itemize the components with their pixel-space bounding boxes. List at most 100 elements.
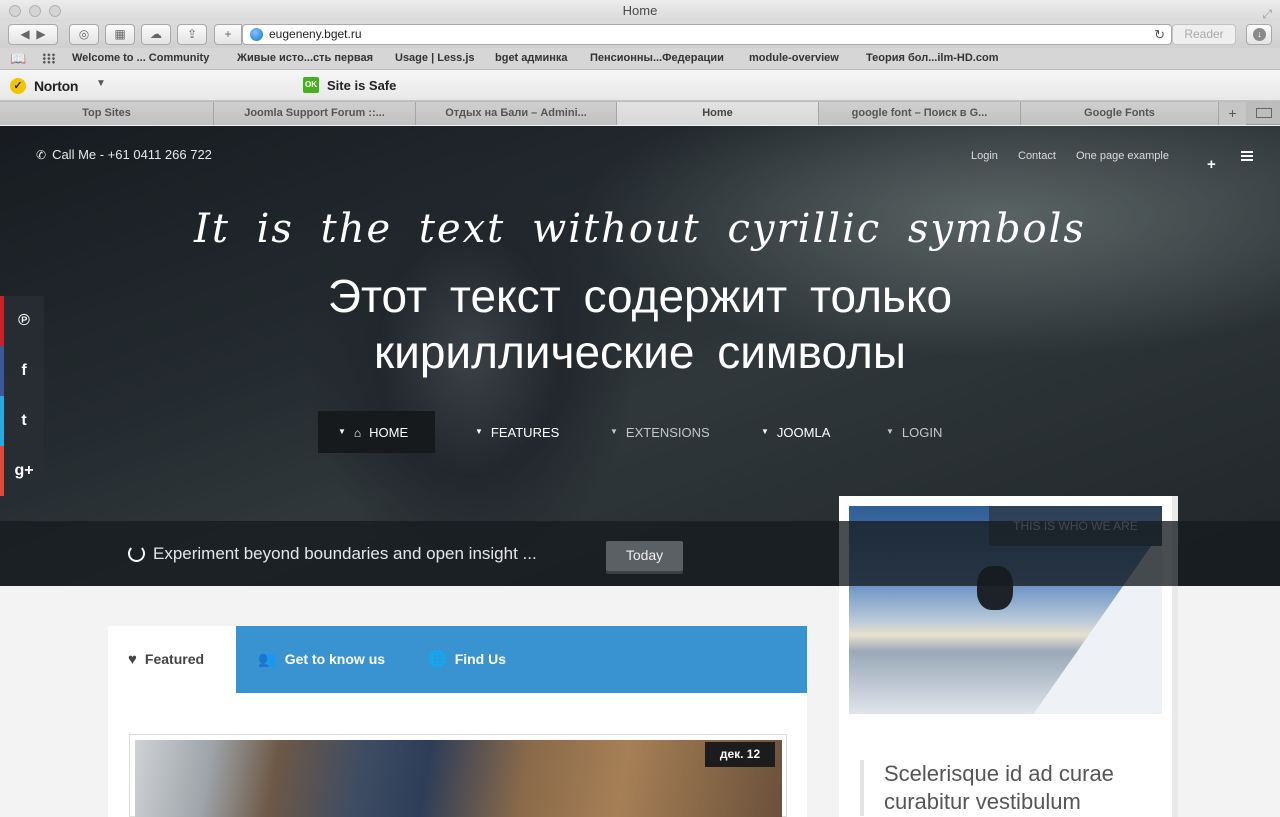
tab-find-us[interactable]: 🌐 Find Us xyxy=(428,626,506,693)
history-button[interactable]: ◎ xyxy=(69,24,99,45)
call-me[interactable]: ✆ Call Me - +61 0411 266 722 xyxy=(36,147,212,162)
site-safe-badge: OK xyxy=(303,77,319,93)
social-share-bar: ℗ f t g+ xyxy=(0,296,44,496)
article-image[interactable] xyxy=(135,740,782,817)
cloud-icon: ☁ xyxy=(150,27,162,41)
tab-label: Get to know us xyxy=(284,651,386,667)
close-window-button[interactable] xyxy=(9,5,21,17)
heart-icon: ♥ xyxy=(128,651,137,668)
chevron-down-icon[interactable]: ▼ xyxy=(96,78,106,89)
tab-google-fonts[interactable]: Google Fonts xyxy=(1020,102,1218,125)
bookmarks-bar: 📖 Welcome to ... Community Живые исто...… xyxy=(0,48,1280,70)
caret-down-icon: ▼ xyxy=(761,427,769,436)
date-badge: дек. 12 xyxy=(705,742,775,767)
google-plus-icon: g+ xyxy=(14,462,34,479)
hero-title: Этот текст содержит только кириллические… xyxy=(327,270,953,378)
nav-item-features[interactable]: ▼ FEATURES xyxy=(475,411,559,453)
nav-item-extensions[interactable]: ▼ EXTENSIONS xyxy=(610,411,710,453)
tab-google-search[interactable]: google font – Поиск в G... xyxy=(818,102,1020,125)
nav-item-joomla[interactable]: ▼ JOOMLA xyxy=(761,411,830,453)
window-titlebar: Home ⤢ xyxy=(0,0,1280,22)
tab-bali[interactable]: Отдых на Бали – Admini... xyxy=(415,102,616,125)
tab-home[interactable]: Home xyxy=(616,102,818,125)
hero-script-heading: It is the text without cyrillic symbols xyxy=(194,206,1086,252)
facebook-button[interactable]: f xyxy=(0,346,44,396)
top-sites-icon: ▦ xyxy=(114,27,126,41)
top-sites-button[interactable]: ▦ xyxy=(105,24,135,45)
tab-get-to-know-us[interactable]: 👥 Get to know us xyxy=(258,626,385,693)
top-sites-grid-icon[interactable] xyxy=(42,53,56,64)
plus-icon[interactable]: + xyxy=(1207,156,1216,173)
nav-item-home[interactable]: ▼ ⌂ HOME xyxy=(318,411,435,453)
side-quote: Scelerisque id ad curae curabitur vestib… xyxy=(860,760,1140,816)
nav-item-label: FEATURES xyxy=(490,425,560,440)
contact-link[interactable]: Contact xyxy=(1018,150,1056,162)
reader-button[interactable]: Reader xyxy=(1172,24,1236,45)
reading-list-icon[interactable]: 📖 xyxy=(10,51,26,67)
one-page-example-link[interactable]: One page example xyxy=(1076,150,1169,162)
users-icon: 👥 xyxy=(258,651,277,668)
window-title: Home xyxy=(622,3,658,18)
browser-tabs: Top Sites Joomla Support Forum ::... Отд… xyxy=(0,101,1280,125)
back-icon[interactable]: ◀ xyxy=(20,27,29,41)
caret-down-icon: ▼ xyxy=(338,427,346,436)
home-icon: ⌂ xyxy=(353,426,362,440)
forward-icon[interactable]: ▶ xyxy=(36,27,45,41)
globe-icon: 🌐 xyxy=(428,651,447,668)
caret-down-icon: ▼ xyxy=(886,427,894,436)
call-me-text: Call Me - +61 0411 266 722 xyxy=(52,147,212,162)
today-button[interactable]: Today xyxy=(606,541,683,571)
history-icon: ◎ xyxy=(78,27,90,41)
norton-check-icon: ✓ xyxy=(10,78,26,94)
tab-joomla-forum[interactable]: Joomla Support Forum ::... xyxy=(213,102,415,125)
bookmark-item[interactable]: Welcome to ... Community xyxy=(72,52,209,64)
twitter-icon: t xyxy=(21,412,27,429)
caret-down-icon: ▼ xyxy=(610,427,618,436)
hamburger-menu-icon[interactable] xyxy=(1241,151,1253,161)
add-bookmark-button[interactable]: + xyxy=(214,24,242,45)
plus-icon: + xyxy=(224,27,232,41)
norton-toolbar: ✓ Norton ▼ OK Site is Safe xyxy=(0,70,1280,101)
pinterest-icon: ℗ xyxy=(18,312,30,329)
minimize-window-button[interactable] xyxy=(29,5,41,17)
tab-label: Featured xyxy=(144,651,205,667)
address-bar[interactable]: eugeneny.bget.ru ↻ xyxy=(242,24,1172,45)
bookmark-item[interactable]: Живые исто...сть первая xyxy=(237,52,373,64)
download-icon: ↓ xyxy=(1253,28,1266,41)
site-safe-status[interactable]: Site is Safe xyxy=(327,78,396,93)
norton-logo[interactable]: Norton xyxy=(34,78,78,94)
nav-item-label: LOGIN xyxy=(901,425,943,440)
back-forward-buttons[interactable]: ◀ ▶ xyxy=(8,24,58,45)
twitter-button[interactable]: t xyxy=(0,396,44,446)
pinterest-button[interactable]: ℗ xyxy=(0,296,44,346)
new-tab-button[interactable]: + xyxy=(1218,102,1246,125)
tab-featured[interactable]: ♥ Featured xyxy=(108,626,236,693)
reload-icon[interactable]: ↻ xyxy=(1154,25,1165,44)
share-icon: ⇪ xyxy=(186,27,198,41)
nav-item-login[interactable]: ▼ LOGIN xyxy=(886,411,942,453)
featured-article-card[interactable]: дек. 12 xyxy=(129,734,787,817)
nav-item-label: HOME xyxy=(369,425,409,440)
url-text: eugeneny.bget.ru xyxy=(269,27,362,41)
nav-item-label: JOOMLA xyxy=(776,425,831,440)
tab-label: Find Us xyxy=(454,651,507,667)
bookmark-item[interactable]: Пенсионны...Федерации xyxy=(590,52,724,64)
bookmark-item[interactable]: Usage | Less.js xyxy=(395,52,475,64)
bookmark-item[interactable]: bget админка xyxy=(495,52,568,64)
content-tab-header: ♥ Featured 👥 Get to know us 🌐 Find Us xyxy=(108,626,807,693)
bookmark-item[interactable]: module-overview xyxy=(749,52,839,64)
tab-top-sites[interactable]: Top Sites xyxy=(0,102,213,125)
site-globe-icon xyxy=(250,28,263,41)
share-button[interactable]: ⇪ xyxy=(177,24,207,45)
tab-overview-icon[interactable] xyxy=(1256,108,1272,118)
downloads-button[interactable]: ↓ xyxy=(1246,24,1272,45)
google-plus-button[interactable]: g+ xyxy=(0,446,44,496)
facebook-icon: f xyxy=(21,362,27,379)
icloud-button[interactable]: ☁ xyxy=(141,24,171,45)
zoom-window-button[interactable] xyxy=(49,5,61,17)
ticker-text[interactable]: Experiment beyond boundaries and open in… xyxy=(153,544,537,564)
login-link[interactable]: Login xyxy=(971,150,998,162)
bookmark-item[interactable]: Теория бол...ilm-HD.com xyxy=(866,52,998,64)
content-tabs-panel: ♥ Featured 👥 Get to know us 🌐 Find Us дек. … xyxy=(108,626,807,817)
phone-icon: ✆ xyxy=(36,148,47,162)
